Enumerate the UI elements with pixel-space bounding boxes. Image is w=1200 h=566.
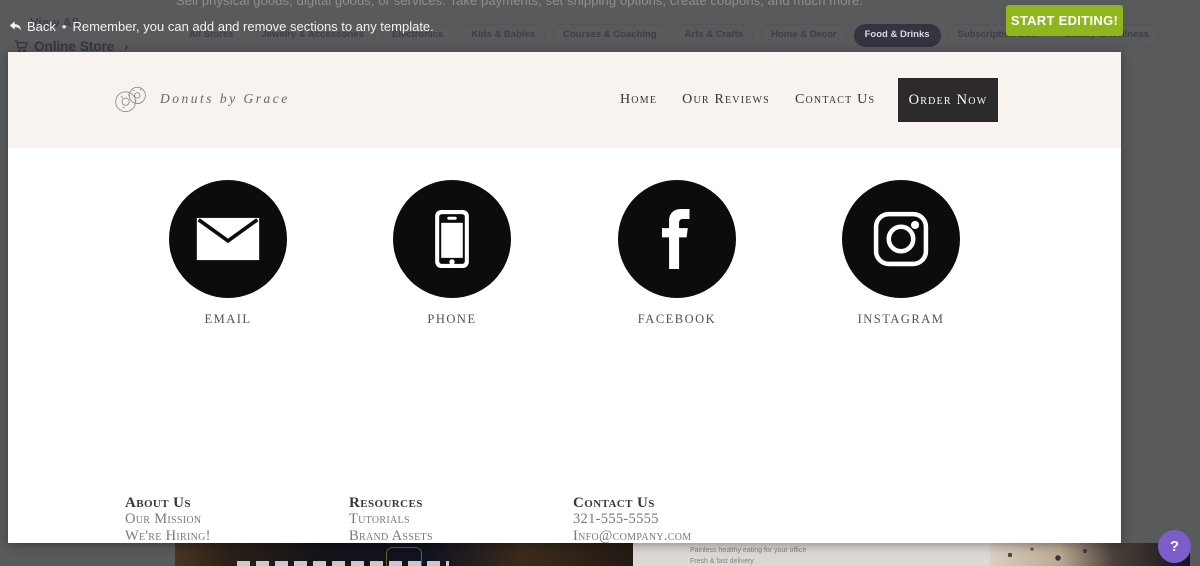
footer-link-our-mission[interactable]: Our Mission: [125, 511, 335, 527]
nav-contact-us[interactable]: Contact Us: [795, 92, 875, 108]
brand-logo[interactable]: Donuts by Grace: [113, 82, 290, 116]
footer-column-contact: Contact Us 321-555-5555 Info@company.com: [573, 495, 783, 544]
template-preview-card: Donuts by Grace Home Our Reviews Contact…: [8, 52, 1121, 544]
store-tagline: Sell physical goods, digital goods, or s…: [176, 0, 864, 8]
social-instagram[interactable]: INSTAGRAM: [842, 180, 960, 327]
filter-home-decor[interactable]: Home & Decor: [760, 24, 848, 47]
template-header: Donuts by Grace Home Our Reviews Contact…: [8, 52, 1121, 148]
footer-link-brand-assets[interactable]: Brand Assets: [349, 528, 559, 544]
social-email[interactable]: EMAIL: [169, 180, 287, 327]
back-label: Back: [27, 19, 56, 34]
back-button[interactable]: Back: [8, 19, 56, 34]
nav-home[interactable]: Home: [620, 92, 657, 108]
brand-name: Donuts by Grace: [160, 91, 290, 106]
social-label: FACEBOOK: [637, 312, 717, 326]
footer-column-about: About Us Our Mission We're Hiring!: [125, 495, 335, 544]
back-arrow-icon: [8, 20, 22, 33]
footer-heading: Contact Us: [573, 495, 655, 511]
footer-heading: About Us: [125, 495, 191, 511]
filter-arts-crafts[interactable]: Arts & Crafts: [673, 24, 755, 47]
topbar-bullet: •: [61, 19, 67, 34]
topbar-message: Remember, you can add and remove section…: [72, 19, 434, 34]
order-now-button[interactable]: Order Now: [898, 78, 998, 122]
social-label: EMAIL: [204, 312, 252, 326]
thumbnail-text-line2: Fresh & fast delivery: [690, 558, 754, 565]
donut-logo-icon: [113, 82, 149, 116]
footer-heading: Resources: [349, 495, 423, 511]
social-label: INSTAGRAM: [857, 312, 945, 326]
filter-food-drinks[interactable]: Food & Drinks: [853, 24, 941, 47]
template-thumbnail-dark[interactable]: [175, 543, 633, 566]
template-thumbnail-light[interactable]: Painless healthy eating for your office …: [633, 543, 1190, 566]
instagram-icon: [842, 180, 960, 298]
nav-our-reviews[interactable]: Our Reviews: [682, 92, 770, 108]
template-nav: Home Our Reviews Contact Us: [620, 52, 875, 148]
social-facebook[interactable]: FACEBOOK: [618, 180, 736, 327]
phone-icon: [393, 180, 511, 298]
footer-link-were-hiring[interactable]: We're Hiring!: [125, 528, 335, 544]
filter-courses-coaching[interactable]: Courses & Coaching: [552, 24, 668, 47]
help-button[interactable]: ?: [1158, 530, 1191, 563]
editor-topbar: Back • Remember, you can add and remove …: [8, 19, 434, 34]
start-editing-button[interactable]: START EDITING!: [1006, 5, 1123, 36]
facebook-icon: [618, 180, 736, 298]
email-icon: [169, 180, 287, 298]
social-label: PHONE: [427, 312, 477, 326]
footer-phone-number[interactable]: 321-555-5555: [573, 511, 783, 527]
footer-link-tutorials[interactable]: Tutorials: [349, 511, 559, 527]
thumbnail-text-line1: Painless healthy eating for your office: [690, 547, 807, 554]
footer-column-resources: Resources Tutorials Brand Assets: [349, 495, 559, 544]
social-phone[interactable]: PHONE: [393, 180, 511, 327]
filter-kids-babies[interactable]: Kids & Babies: [460, 24, 547, 47]
footer-email-address[interactable]: Info@company.com: [573, 528, 783, 544]
